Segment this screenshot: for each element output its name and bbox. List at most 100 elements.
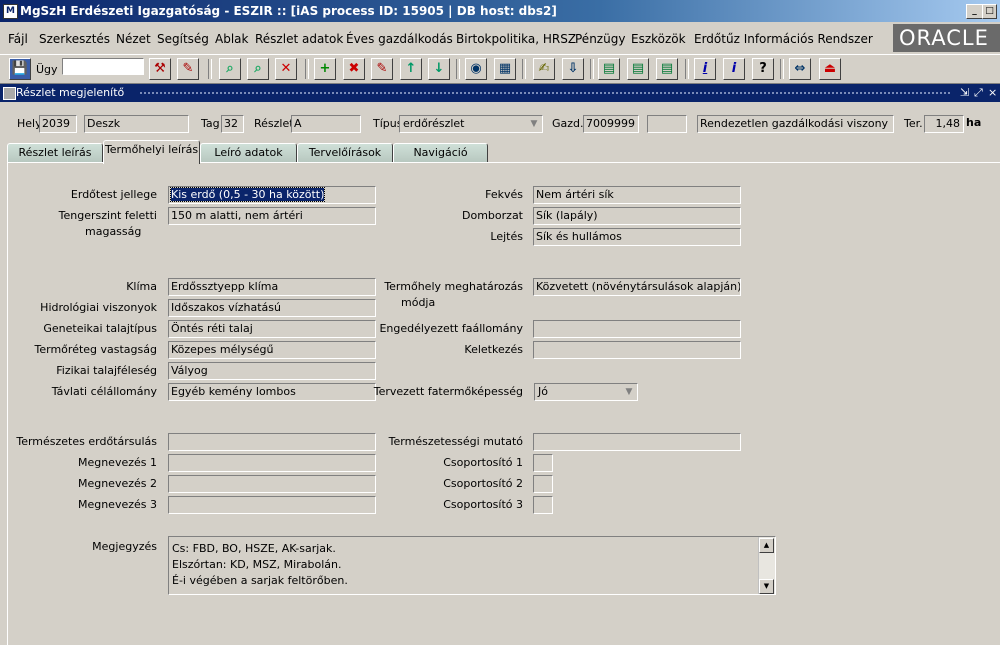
fizikai-field[interactable]: Vályog (168, 362, 376, 380)
menu-erdotuz[interactable]: Erdőtűz Információs Rendszer (694, 32, 873, 46)
tab-terveloirasok[interactable]: Tervelőírások (297, 143, 393, 163)
lejtes-field[interactable]: Sík és hullámos (533, 228, 741, 246)
tervezett-dropdown[interactable]: Jó ▼ (534, 383, 638, 401)
save-icon[interactable]: 💾 (9, 58, 31, 80)
scroll-down-icon[interactable]: ▼ (759, 579, 774, 594)
menu-eves-gazdalkodas[interactable]: Éves gazdálkodás (346, 32, 453, 46)
help-icon[interactable]: ? (752, 58, 774, 80)
engedelyezett-field[interactable] (533, 320, 741, 338)
gazd-description-field[interactable]: Rendezetlen gazdálkodási viszony (697, 115, 894, 133)
edit-record-icon[interactable]: ✎ (371, 58, 393, 80)
info-underline-icon[interactable]: i (694, 58, 716, 80)
gazd-label: Gazd. (552, 117, 584, 130)
fekves-field[interactable]: Nem ártéri sík (533, 186, 741, 204)
info-icon[interactable]: i (723, 58, 745, 80)
tag-field[interactable]: 32 (221, 115, 244, 133)
export-icon[interactable]: ⇩ (562, 58, 584, 80)
form-icon (3, 87, 16, 100)
tervezett-label: Tervezett fatermőképesség (373, 385, 523, 398)
window-title: MgSzH Erdészeti Igazgatóság - ESZIR :: [… (20, 4, 557, 18)
minimize-button[interactable]: _ (966, 4, 983, 19)
menu-reszlet-adatok[interactable]: Részlet adatok (255, 32, 343, 46)
termoreteg-field[interactable]: Közepes mélységű (168, 341, 376, 359)
tag-label: Tag (201, 117, 220, 130)
table3-icon[interactable]: ▤ (656, 58, 678, 80)
meghatarozas-field[interactable]: Közvetett (növénytársulások alapján) (533, 278, 741, 296)
ter-unit: ha (966, 116, 982, 129)
hely-label: Hely (17, 117, 42, 130)
mutato-field[interactable] (533, 433, 741, 451)
ter-field[interactable]: 1,48 (924, 115, 964, 133)
close-inner-icon[interactable]: × (988, 86, 997, 99)
menu-birtokpolitika[interactable]: Birtokpolitika, HRSZ (456, 32, 576, 46)
insert-record-icon[interactable]: + (314, 58, 336, 80)
toolbar-separator (305, 59, 309, 79)
domborzat-field[interactable]: Sík (lapály) (533, 207, 741, 225)
hammer-icon[interactable]: ⚒ (149, 58, 171, 80)
menu-segitseg[interactable]: Segítség (157, 32, 209, 46)
location-name-field[interactable]: Deszk (84, 115, 189, 133)
engedelyezett-label: Engedélyezett faállomány (379, 322, 523, 335)
exit-icon[interactable]: ⏏ (819, 58, 841, 80)
hidro-field[interactable]: Időszakos vízhatású (168, 299, 376, 317)
menu-szerkesztes[interactable]: Szerkesztés (39, 32, 110, 46)
megnevezes2-field[interactable] (168, 475, 376, 493)
termeszetes-field[interactable] (168, 433, 376, 451)
tengerszint-label-2: magasság (85, 225, 142, 238)
edit-pen-icon[interactable]: ✍ (533, 58, 555, 80)
maximize-button[interactable]: □ (982, 4, 997, 19)
delete-record-icon[interactable]: ✖ (343, 58, 365, 80)
find-next-icon[interactable]: ⌕ (247, 58, 269, 80)
tavlati-field[interactable]: Egyéb kemény lombos (168, 383, 376, 401)
globe-icon[interactable]: ◉ (465, 58, 487, 80)
csop1-field[interactable] (533, 454, 553, 472)
csop2-label: Csoportosító 2 (443, 477, 523, 490)
navigate-icon[interactable]: ⇔ (789, 58, 811, 80)
chevron-down-icon[interactable]: ▼ (527, 117, 541, 131)
no-find-icon[interactable]: ✕ (275, 58, 297, 80)
menu-ablak[interactable]: Ablak (215, 32, 248, 46)
gazd-extra-field[interactable] (647, 115, 687, 133)
find-icon[interactable]: ⌕ (219, 58, 241, 80)
previous-record-icon[interactable]: ↑ (400, 58, 422, 80)
tab-reszlet-leiras[interactable]: Részlet leírás (7, 143, 103, 163)
restore-icon[interactable]: ⇲ (960, 86, 969, 99)
csop2-field[interactable] (533, 475, 553, 493)
menu-penzugy[interactable]: Pénzügy (575, 32, 625, 46)
table1-icon[interactable]: ▤ (598, 58, 620, 80)
next-record-icon[interactable]: ↓ (428, 58, 450, 80)
inner-window-bar: Részlet megjelenítő ⇲ ⤢ × (0, 84, 1000, 102)
ugy-input[interactable] (62, 58, 144, 75)
megnevezes1-field[interactable] (168, 454, 376, 472)
toolbar-separator (590, 59, 594, 79)
tengerszint-field[interactable]: 150 m alatti, nem ártéri (168, 207, 376, 225)
reszlet-field[interactable]: A (291, 115, 361, 133)
brush-icon[interactable]: ✎ (177, 58, 199, 80)
megnevezes3-field[interactable] (168, 496, 376, 514)
keletkezes-field[interactable] (533, 341, 741, 359)
tab-leiro-adatok[interactable]: Leíró adatok (200, 143, 297, 163)
chart-icon[interactable]: ▦ (494, 58, 516, 80)
erdotest-label: Erdőtest jellege (70, 188, 157, 201)
tipus-dropdown[interactable]: erdőrészlet ▼ (399, 115, 543, 133)
maximize-inner-icon[interactable]: ⤢ (974, 86, 983, 100)
menu-eszkozok[interactable]: Eszközök (631, 32, 686, 46)
klima-field[interactable]: Erdőssztyepp klíma (168, 278, 376, 296)
csop3-field[interactable] (533, 496, 553, 514)
notes-scrollbar[interactable]: ▲ ▼ (758, 537, 775, 594)
toolbar-separator (780, 59, 784, 79)
tervezett-value: Jó (538, 385, 548, 398)
erdotest-field[interactable]: Kis erdő (0,5 - 30 ha között) (168, 186, 376, 204)
gazd-field[interactable]: 7009999 (583, 115, 639, 133)
oracle-logo: ORACLE (893, 24, 1000, 52)
genetikai-field[interactable]: Öntés réti talaj (168, 320, 376, 338)
tab-navigacio[interactable]: Navigáció (393, 143, 488, 163)
chevron-down-icon[interactable]: ▼ (622, 385, 636, 399)
tab-termohelyi-leiras[interactable]: Termőhelyi leírás (103, 140, 200, 164)
menu-fajl[interactable]: Fájl (8, 32, 28, 46)
hely-field[interactable]: 2039 (39, 115, 77, 133)
table2-icon[interactable]: ▤ (627, 58, 649, 80)
menu-nezet[interactable]: Nézet (116, 32, 151, 46)
megjegyzes-textarea[interactable]: Cs: FBD, BO, HSZE, AK-sarjak. Elszórtan:… (168, 536, 776, 595)
scroll-up-icon[interactable]: ▲ (759, 538, 774, 553)
